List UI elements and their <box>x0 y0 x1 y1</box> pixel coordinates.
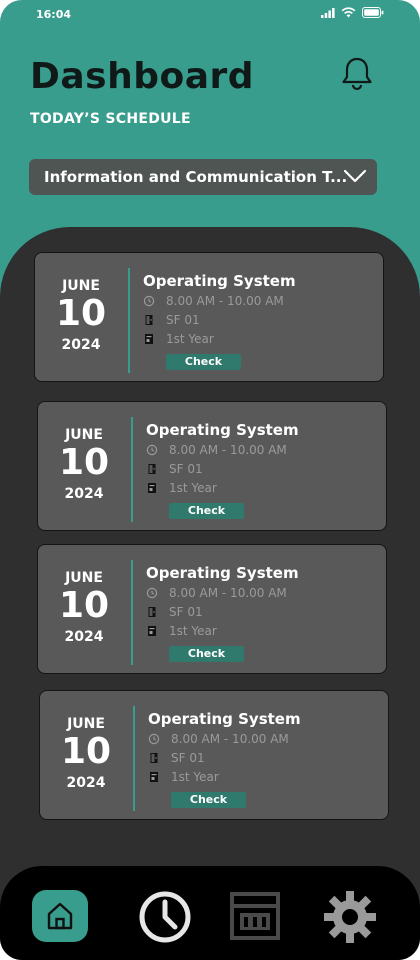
battery-icon <box>362 7 384 18</box>
level-row: 1st Year <box>143 332 214 346</box>
door-icon <box>148 464 156 474</box>
check-button[interactable]: Check <box>169 646 244 662</box>
clock-icon <box>146 444 158 456</box>
card-divider <box>133 706 135 811</box>
door-icon <box>150 753 158 763</box>
book-icon <box>148 626 156 636</box>
date-block: JUNE 10 2024 <box>35 253 127 381</box>
course-name: Operating System <box>146 564 299 582</box>
class-time: 8.00 AM - 10.00 AM <box>169 586 287 600</box>
wifi-icon <box>341 7 356 18</box>
level-row: 1st Year <box>146 624 217 638</box>
room-row: SF 01 <box>146 605 203 619</box>
date-block: JUNE 10 2024 <box>38 402 130 530</box>
room-row: SF 01 <box>146 462 203 476</box>
date-day: 10 <box>55 293 107 334</box>
schedule-card[interactable]: JUNE 10 2024 Operating System 8.00 AM - … <box>34 252 384 382</box>
book-icon <box>145 334 153 344</box>
book-icon <box>150 772 158 782</box>
year-level: 1st Year <box>171 770 219 784</box>
room: SF 01 <box>166 313 200 327</box>
nav-settings[interactable] <box>321 888 379 950</box>
signal-icon <box>321 7 335 18</box>
room: SF 01 <box>169 462 203 476</box>
date-month: JUNE <box>65 570 103 586</box>
level-row: 1st Year <box>148 770 219 784</box>
class-time: 8.00 AM - 10.00 AM <box>166 294 284 308</box>
date-day: 10 <box>58 442 110 483</box>
course-select[interactable]: Information and Communication T... <box>29 159 377 195</box>
card-divider <box>131 560 133 665</box>
schedule-card[interactable]: JUNE 10 2024 Operating System 8.00 AM - … <box>39 690 389 820</box>
date-block: JUNE 10 2024 <box>40 691 132 819</box>
status-icons <box>321 7 384 18</box>
time-row: 8.00 AM - 10.00 AM <box>146 443 287 457</box>
status-time: 16:04 <box>36 8 72 21</box>
date-day: 10 <box>60 731 112 772</box>
room-row: SF 01 <box>148 751 205 765</box>
room: SF 01 <box>171 751 205 765</box>
door-icon <box>145 315 153 325</box>
door-icon <box>148 607 156 617</box>
check-button[interactable]: Check <box>171 792 246 808</box>
date-year: 2024 <box>64 486 104 502</box>
room-row: SF 01 <box>143 313 200 327</box>
todays-schedule-label: TODAY’S SCHEDULE <box>30 111 191 127</box>
schedule-card[interactable]: JUNE 10 2024 Operating System 8.00 AM - … <box>37 544 387 674</box>
date-year: 2024 <box>61 337 101 353</box>
time-row: 8.00 AM - 10.00 AM <box>143 294 284 308</box>
nav-calendar[interactable] <box>229 891 281 945</box>
calendar-icon <box>230 892 280 940</box>
bell-icon[interactable] <box>340 56 374 92</box>
clock-icon <box>143 295 155 307</box>
year-level: 1st Year <box>169 624 217 638</box>
room: SF 01 <box>169 605 203 619</box>
course-name: Operating System <box>146 421 299 439</box>
course-select-value: Information and Communication T... <box>44 168 348 186</box>
home-icon <box>47 902 73 930</box>
class-time: 8.00 AM - 10.00 AM <box>171 732 289 746</box>
time-row: 8.00 AM - 10.00 AM <box>148 732 289 746</box>
gear-icon <box>324 891 376 943</box>
nav-schedule[interactable] <box>138 890 192 948</box>
clock-icon <box>139 891 191 943</box>
date-year: 2024 <box>66 775 106 791</box>
schedule-card[interactable]: JUNE 10 2024 Operating System 8.00 AM - … <box>37 401 387 531</box>
date-month: JUNE <box>65 427 103 443</box>
year-level: 1st Year <box>169 481 217 495</box>
status-bar: 16:04 <box>0 0 420 32</box>
book-icon <box>148 483 156 493</box>
check-button[interactable]: Check <box>166 354 241 370</box>
card-divider <box>131 417 133 522</box>
card-divider <box>128 268 130 373</box>
date-year: 2024 <box>64 629 104 645</box>
time-row: 8.00 AM - 10.00 AM <box>146 586 287 600</box>
date-month: JUNE <box>62 278 100 294</box>
clock-icon <box>148 733 160 745</box>
check-button[interactable]: Check <box>169 503 244 519</box>
date-block: JUNE 10 2024 <box>38 545 130 673</box>
level-row: 1st Year <box>146 481 217 495</box>
date-month: JUNE <box>67 716 105 732</box>
chevron-down-icon <box>343 169 367 183</box>
class-time: 8.00 AM - 10.00 AM <box>169 443 287 457</box>
phone-screen: 16:04 Dashboard TODAY’S SCHEDULE Informa… <box>0 0 420 960</box>
bottom-nav <box>0 866 420 960</box>
course-name: Operating System <box>143 272 296 290</box>
course-name: Operating System <box>148 710 301 728</box>
year-level: 1st Year <box>166 332 214 346</box>
nav-home[interactable] <box>32 890 88 942</box>
clock-icon <box>146 587 158 599</box>
date-day: 10 <box>58 585 110 626</box>
page-title: Dashboard <box>30 56 255 97</box>
